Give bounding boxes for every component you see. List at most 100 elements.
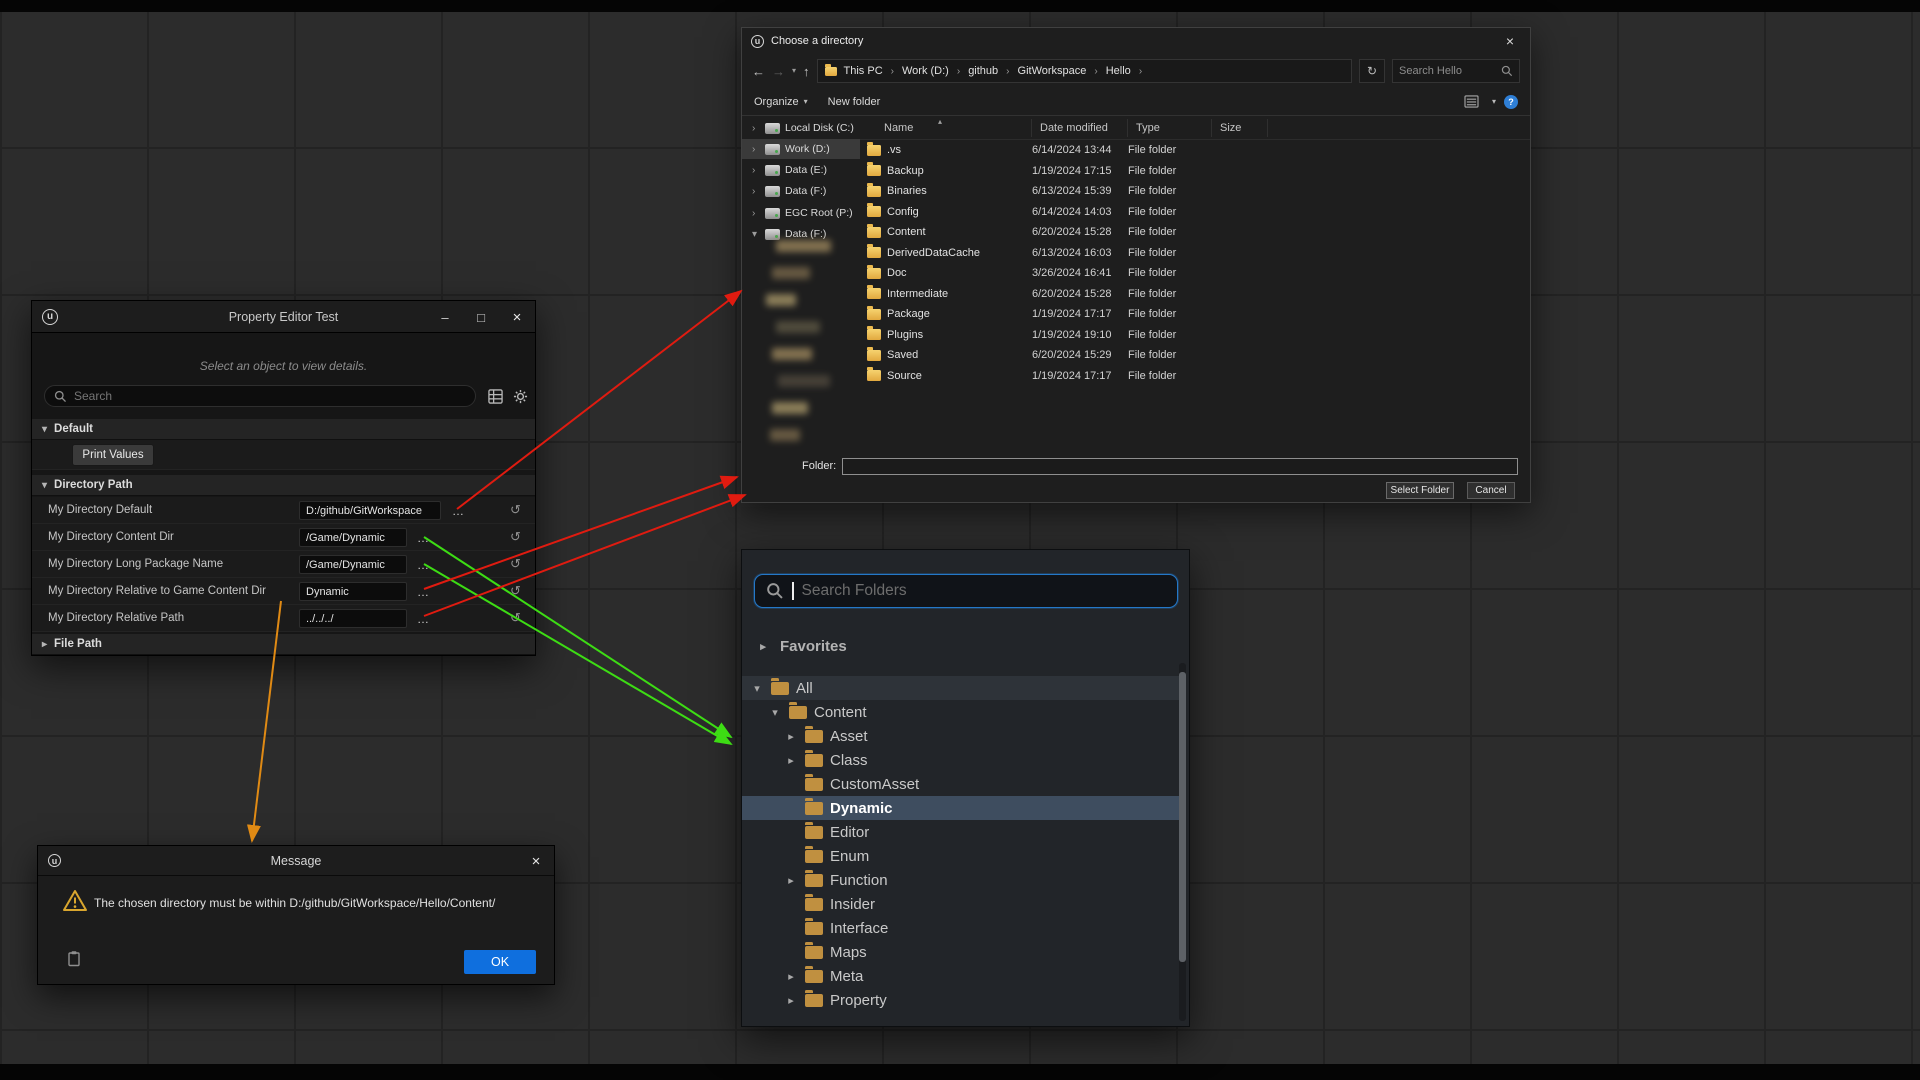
maximize-icon[interactable]: □: [463, 301, 499, 333]
help-icon[interactable]: ?: [1504, 95, 1518, 109]
display-filter-button[interactable]: [487, 388, 504, 405]
property-value-field[interactable]: D:/github/GitWorkspace: [299, 501, 441, 520]
section-header-directory-path[interactable]: ▾ Directory Path: [32, 475, 535, 496]
property-value-field[interactable]: ../../../: [299, 609, 407, 628]
history-dropdown-icon[interactable]: ▾: [792, 67, 796, 75]
section-header-file-path[interactable]: ▸ File Path: [32, 634, 535, 655]
reset-to-default-icon[interactable]: ↺: [510, 556, 521, 572]
file-row[interactable]: Binaries 6/13/2024 15:39 File folder: [860, 181, 1530, 202]
triangle-right-icon[interactable]: ▸: [756, 640, 770, 653]
tree-item-dynamic-selected[interactable]: Dynamic: [742, 796, 1180, 820]
breadcrumb-segment[interactable]: Hello: [1104, 65, 1133, 77]
tree-item-editor[interactable]: Editor: [742, 820, 1180, 844]
column-header-name[interactable]: Name: [860, 119, 1032, 137]
file-row[interactable]: Plugins 1/19/2024 19:10 File folder: [860, 325, 1530, 346]
chevron-right-icon[interactable]: ›: [752, 165, 760, 176]
browse-button[interactable]: …: [414, 611, 432, 626]
new-folder-button[interactable]: New folder: [828, 96, 881, 108]
up-icon[interactable]: ↑: [803, 65, 810, 78]
tree-item-meta[interactable]: ▸ Meta: [742, 964, 1180, 988]
file-row[interactable]: Backup 1/19/2024 17:15 File folder: [860, 161, 1530, 182]
chevron-right-icon[interactable]: ›: [752, 144, 760, 155]
file-row[interactable]: Content 6/20/2024 15:28 File folder: [860, 222, 1530, 243]
tree-item-function[interactable]: ▸ Function: [742, 868, 1180, 892]
tree-item-enum[interactable]: Enum: [742, 844, 1180, 868]
reset-to-default-icon[interactable]: ↺: [510, 610, 521, 626]
sidebar-item-drive[interactable]: › Local Disk (C:): [742, 118, 860, 138]
close-icon[interactable]: ×: [499, 301, 535, 333]
chevron-right-icon[interactable]: ›: [752, 186, 760, 197]
ok-button[interactable]: OK: [464, 950, 536, 974]
forward-icon[interactable]: →: [772, 65, 785, 78]
search-input[interactable]: Search Hello: [1392, 59, 1520, 83]
folder-name-input[interactable]: [842, 458, 1518, 475]
scrollbar-track[interactable]: [1179, 663, 1186, 1021]
reset-to-default-icon[interactable]: ↺: [510, 529, 521, 545]
property-value-field[interactable]: Dynamic: [299, 582, 407, 601]
print-values-button[interactable]: Print Values: [72, 444, 154, 466]
tree-item-class[interactable]: ▸ Class: [742, 748, 1180, 772]
minimize-icon[interactable]: –: [427, 301, 463, 333]
tree-item-customasset[interactable]: CustomAsset: [742, 772, 1180, 796]
file-row[interactable]: .vs 6/14/2024 13:44 File folder: [860, 140, 1530, 161]
scrollbar-thumb[interactable]: [1179, 672, 1186, 962]
file-row[interactable]: Package 1/19/2024 17:17 File folder: [860, 304, 1530, 325]
file-row[interactable]: Config 6/14/2024 14:03 File folder: [860, 202, 1530, 223]
reset-to-default-icon[interactable]: ↺: [510, 502, 521, 518]
tree-item-interface[interactable]: Interface: [742, 916, 1180, 940]
breadcrumb-segment[interactable]: GitWorkspace: [1016, 65, 1089, 77]
triangle-right-icon[interactable]: ▸: [784, 874, 798, 887]
close-icon[interactable]: ×: [518, 846, 554, 876]
browse-button[interactable]: …: [449, 503, 467, 518]
column-header-date-modified[interactable]: Date modified: [1032, 119, 1128, 137]
column-header-type[interactable]: Type: [1128, 119, 1212, 137]
sidebar-item-drive[interactable]: › EGC Root (P:): [742, 203, 860, 223]
sidebar-item-drive[interactable]: › Data (F:): [742, 181, 860, 201]
tree-item-asset[interactable]: ▸ Asset: [742, 724, 1180, 748]
cancel-button[interactable]: Cancel: [1467, 482, 1515, 499]
property-value-field[interactable]: /Game/Dynamic: [299, 528, 407, 547]
triangle-down-icon[interactable]: ▾: [750, 682, 764, 695]
chevron-down-icon[interactable]: ▾: [752, 229, 760, 240]
chevron-right-icon[interactable]: ›: [752, 208, 760, 219]
folder-search-input[interactable]: Search Folders: [754, 574, 1178, 608]
close-icon[interactable]: ×: [1490, 28, 1530, 54]
triangle-right-icon[interactable]: ▸: [784, 970, 798, 983]
breadcrumb-segment[interactable]: This PC: [842, 65, 885, 77]
file-row[interactable]: DerivedDataCache 6/13/2024 16:03 File fo…: [860, 243, 1530, 264]
back-icon[interactable]: ←: [752, 65, 765, 78]
section-header-default[interactable]: ▾ Default: [32, 419, 535, 440]
organize-menu[interactable]: Organize ▾: [754, 96, 808, 108]
file-row[interactable]: Saved 6/20/2024 15:29 File folder: [860, 345, 1530, 366]
breadcrumb-segment[interactable]: github: [966, 65, 1000, 77]
browse-button[interactable]: …: [414, 557, 432, 572]
chevron-down-icon[interactable]: ▾: [1492, 97, 1496, 106]
favorites-section[interactable]: ▸ Favorites: [756, 638, 847, 655]
property-value-field[interactable]: /Game/Dynamic: [299, 555, 407, 574]
refresh-button[interactable]: ↻: [1359, 59, 1385, 83]
sidebar-item-drive-selected[interactable]: › Work (D:): [742, 139, 860, 159]
copy-to-clipboard-icon[interactable]: [66, 950, 82, 967]
triangle-right-icon[interactable]: ▸: [784, 994, 798, 1007]
sidebar-item-drive[interactable]: › Data (E:): [742, 160, 860, 180]
tree-item-maps[interactable]: Maps: [742, 940, 1180, 964]
browse-button[interactable]: …: [414, 530, 432, 545]
file-row[interactable]: Source 1/19/2024 17:17 File folder: [860, 366, 1530, 387]
tree-item-property[interactable]: ▸ Property: [742, 988, 1180, 1012]
triangle-down-icon[interactable]: ▾: [768, 706, 782, 719]
address-bar[interactable]: This PC › Work (D:) › github › GitWorksp…: [817, 59, 1352, 83]
breadcrumb-segment[interactable]: Work (D:): [900, 65, 951, 77]
select-folder-button[interactable]: Select Folder: [1386, 482, 1454, 499]
chevron-right-icon[interactable]: ›: [752, 123, 760, 134]
browse-button[interactable]: …: [414, 584, 432, 599]
file-row[interactable]: Doc 3/26/2024 16:41 File folder: [860, 263, 1530, 284]
tree-item-content[interactable]: ▾ Content: [742, 700, 1180, 724]
details-search-input[interactable]: Search: [44, 385, 476, 407]
reset-to-default-icon[interactable]: ↺: [510, 583, 521, 599]
settings-button[interactable]: [512, 388, 529, 405]
tree-item-insider[interactable]: Insider: [742, 892, 1180, 916]
triangle-right-icon[interactable]: ▸: [784, 754, 798, 767]
file-row[interactable]: Intermediate 6/20/2024 15:28 File folder: [860, 284, 1530, 305]
column-header-size[interactable]: Size: [1212, 119, 1268, 137]
tree-item-all[interactable]: ▾ All: [742, 676, 1180, 700]
